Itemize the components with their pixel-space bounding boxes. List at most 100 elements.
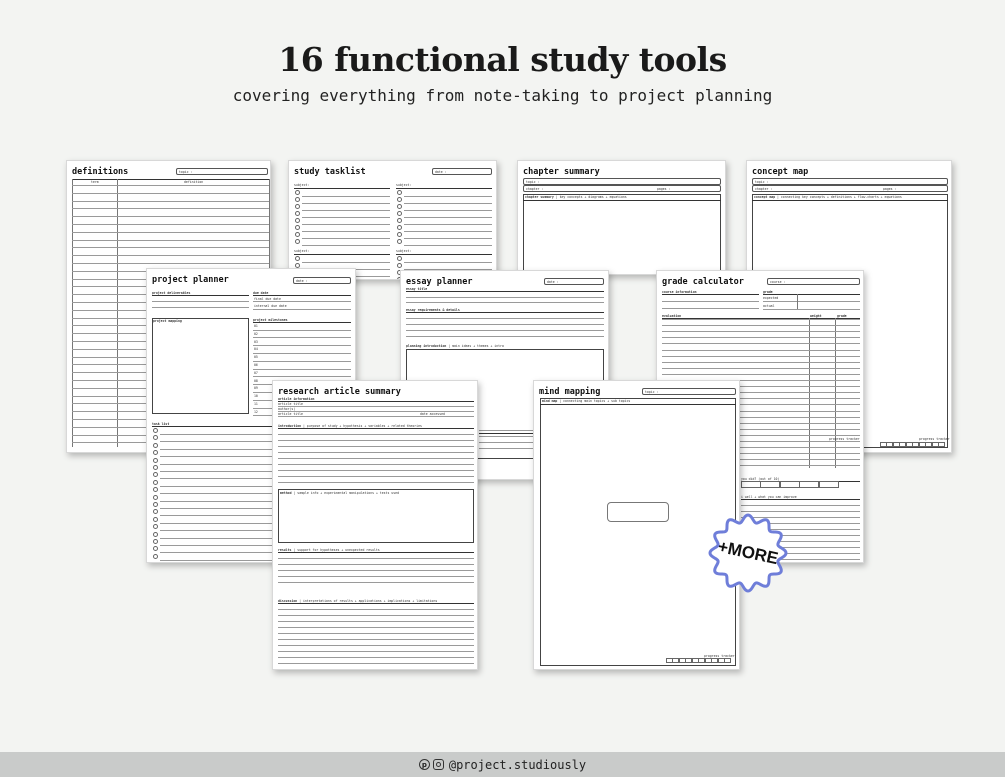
ruled-line [278, 452, 474, 453]
sheet-study-tasklist: study tasklist date : subject: subject: … [288, 160, 497, 280]
task-checkbox [153, 457, 158, 463]
ruled-line [72, 263, 269, 264]
task-line [404, 195, 492, 197]
task-checkbox [153, 487, 158, 493]
task-checkbox [153, 546, 158, 552]
progress-tracker-label: progress tracker [919, 437, 950, 441]
sheet-title: chapter summary [523, 167, 600, 177]
task-checkbox [295, 218, 300, 223]
task-checkbox [153, 472, 158, 478]
task-line [404, 223, 492, 225]
topic-field: topic : [176, 168, 268, 175]
topic-field: topic : [752, 178, 948, 185]
ruled-line [278, 470, 474, 471]
chapter-label: chapter : [526, 187, 544, 191]
sheet-title: research article summary [278, 387, 401, 397]
ruled-line [662, 325, 860, 327]
milestone-line [253, 368, 351, 370]
task-line [302, 209, 390, 211]
ruled-line [278, 440, 474, 441]
ruled-line [72, 224, 269, 225]
milestone-number: 05 [254, 355, 258, 360]
ruled-line [662, 355, 860, 357]
ruled-line [662, 373, 860, 375]
task-checkbox [397, 204, 402, 209]
footer-bar: p @project.studiously [0, 752, 1005, 777]
ruled-line [278, 434, 474, 435]
actual-label: actual [763, 304, 775, 308]
subject-label: subject: [294, 249, 310, 253]
task-checkbox [295, 190, 300, 195]
instagram-icon[interactable] [432, 759, 444, 770]
sheet-title: concept map [752, 167, 809, 177]
date-field: date : [544, 278, 604, 285]
milestone-line [253, 352, 351, 354]
task-checkbox [153, 509, 158, 515]
sheet-title: study tasklist [294, 167, 366, 177]
ruled-line [278, 651, 474, 652]
task-checkbox [295, 204, 300, 209]
task-checkbox [153, 531, 158, 537]
ruled-line [662, 349, 860, 351]
milestone-line [253, 345, 351, 347]
page-title: 16 functional study tools [278, 40, 727, 79]
task-checkbox [153, 524, 158, 530]
task-checkbox [295, 225, 300, 230]
project-mapping-box [152, 318, 249, 414]
task-line [302, 244, 390, 246]
task-checkbox [397, 239, 402, 244]
ruled-line [72, 231, 269, 233]
progress-tracker-label: progress tracker [829, 437, 860, 441]
milestone-number: 11 [254, 402, 258, 406]
ruled-line [278, 657, 474, 658]
pages-label: pages : [657, 187, 671, 191]
task-line [404, 244, 492, 246]
ruled-line [662, 331, 860, 333]
ruled-line [278, 464, 474, 465]
ruled-line [72, 192, 269, 194]
ruled-line [278, 446, 474, 447]
task-line [302, 223, 390, 225]
ruled-line [278, 558, 474, 559]
ruled-line [741, 505, 860, 506]
ruled-line [278, 482, 474, 483]
task-line [302, 237, 390, 239]
task-checkbox [153, 435, 158, 441]
task-checkbox [153, 428, 158, 433]
task-line [302, 216, 390, 218]
progress-tracker [879, 442, 945, 447]
ruled-line [278, 476, 474, 477]
sheet-title: grade calculator [662, 277, 744, 287]
sheet-title: mind mapping [539, 387, 601, 397]
chapter-label: chapter : [755, 187, 773, 191]
milestone-line [253, 376, 351, 378]
ruled-line [72, 208, 269, 210]
milestone-number: 04 [254, 347, 258, 352]
expected-label: expected [763, 296, 779, 300]
task-line [404, 209, 492, 211]
task-checkbox [397, 218, 402, 223]
progress-tracker [665, 658, 731, 663]
pinterest-icon[interactable]: p [418, 759, 430, 770]
concept-map-heading: concept map | connecting key concepts + … [754, 195, 902, 199]
task-line [404, 261, 492, 263]
subject-label: subject: [294, 183, 310, 187]
milestone-line [253, 360, 351, 362]
task-checkbox [397, 211, 402, 216]
date-field: date : [293, 277, 351, 284]
ruled-line [72, 255, 269, 257]
task-checkbox [153, 539, 158, 544]
chapter-field: chapter : pages : [523, 185, 721, 192]
ruled-line [662, 319, 860, 320]
task-line [302, 195, 390, 197]
milestone-number: 09 [254, 386, 258, 391]
more-badge: +MORE [708, 513, 788, 593]
milestone-number: 12 [254, 409, 258, 414]
task-line [404, 237, 492, 239]
task-checkbox [153, 494, 158, 500]
task-line [404, 230, 492, 232]
social-handle[interactable]: @project.studiously [449, 758, 586, 772]
milestone-line [253, 329, 351, 331]
page-subtitle: covering everything from note-taking to … [232, 86, 773, 105]
internal-due-label: internal due date [254, 304, 287, 308]
